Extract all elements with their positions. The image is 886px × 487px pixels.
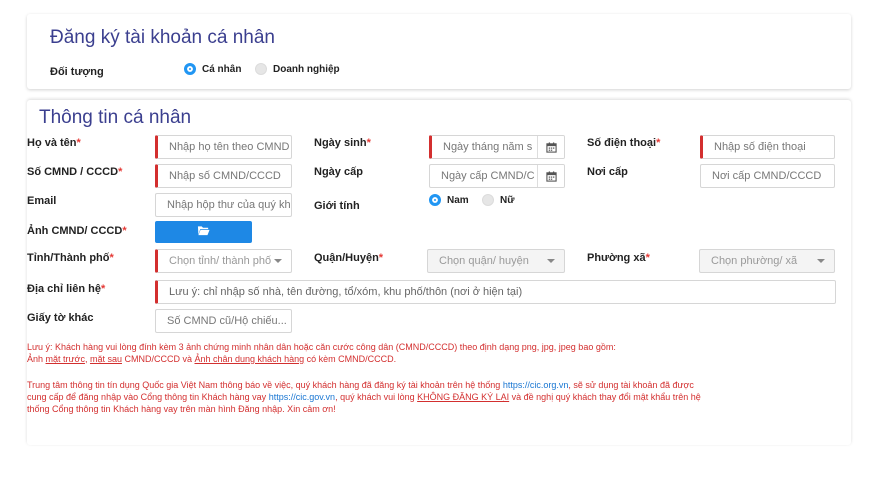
phuong-label: Phường xã*: [587, 252, 650, 264]
anh-cmnd-label: Ảnh CMND/ CCCD*: [27, 225, 127, 237]
radio-doanh-nghiep-label: Doanh nghiệp: [273, 63, 340, 75]
section-title: Thông tin cá nhân: [39, 107, 192, 128]
personal-info-card: Thông tin cá nhân Họ và tên* Nhập họ tên…: [27, 100, 851, 445]
radio-unselected-indicator: [482, 194, 494, 206]
gioi-tinh-label: Giới tính: [314, 200, 360, 212]
cic-notice-line3: thống Cổng thông tin Khách hàng vay trên…: [27, 404, 336, 414]
radio-unselected-indicator: [255, 63, 267, 75]
chevron-down-icon: [274, 259, 282, 263]
ho-ten-label: Họ và tên*: [27, 137, 81, 149]
ngay-sinh-label: Ngày sinh*: [314, 137, 371, 149]
tinh-select[interactable]: Chọn tỉnh/ thành phố: [155, 249, 292, 273]
ngay-cap-input[interactable]: Ngày cấp CMND/C: [429, 164, 565, 188]
ngay-cap-placeholder: Ngày cấp CMND/C: [441, 170, 535, 182]
radio-ca-nhan[interactable]: Cá nhân: [184, 63, 241, 75]
noi-cap-label: Nơi cấp: [587, 166, 628, 178]
so-dien-thoai-label: Số điện thoại*: [587, 137, 661, 149]
so-cmnd-input[interactable]: Nhập số CMND/CCCD: [155, 164, 292, 188]
radio-ca-nhan-label: Cá nhân: [202, 63, 242, 75]
radio-nam[interactable]: Nam: [429, 194, 469, 206]
dia-chi-label: Địa chỉ liên hệ*: [27, 283, 106, 295]
doi-tuong-label: Đối tượng: [50, 66, 104, 78]
tinh-placeholder: Chọn tỉnh/ thành phố: [169, 255, 272, 267]
radio-nu[interactable]: Nữ: [482, 194, 514, 206]
ngay-cap-label: Ngày cấp: [314, 166, 363, 178]
so-cmnd-label: Số CMND / CCCD*: [27, 166, 123, 178]
email-input[interactable]: Nhập hộp thư của quý kh: [155, 193, 292, 217]
radio-nam-label: Nam: [447, 194, 469, 206]
giay-to-label: Giấy tờ khác: [27, 312, 94, 324]
radio-nu-label: Nữ: [500, 194, 515, 206]
ngay-sinh-placeholder: Ngày tháng năm s: [443, 141, 533, 153]
upload-note: Lưu ý: Khách hàng vui lòng đính kèm 3 ản…: [27, 341, 817, 365]
mat-truoc-link[interactable]: mặt trước: [46, 354, 85, 364]
calendar-icon[interactable]: [537, 136, 564, 158]
phuong-placeholder: Chọn phường/ xã: [711, 255, 798, 267]
phuong-select[interactable]: Chọn phường/ xã: [699, 249, 835, 273]
ho-ten-input[interactable]: Nhập họ tên theo CMND: [155, 135, 292, 159]
quan-placeholder: Chọn quận/ huyện: [439, 255, 529, 267]
cic-notice-line1: Trung tâm thông tin tín dụng Quốc gia Vi…: [27, 380, 694, 390]
noi-cap-input[interactable]: Nơi cấp CMND/CCCD: [700, 164, 835, 188]
so-dien-thoai-input[interactable]: Nhập số điện thoại: [700, 135, 835, 159]
account-type-card: Đăng ký tài khoản cá nhân Đối tượng Cá n…: [27, 14, 851, 89]
upload-cmnd-button[interactable]: [155, 221, 252, 243]
dia-chi-input[interactable]: Lưu ý: chỉ nhập số nhà, tên đường, tổ/xó…: [155, 280, 836, 304]
quan-select[interactable]: Chọn quận/ huyện: [427, 249, 565, 273]
tinh-label: Tỉnh/Thành phố*: [27, 252, 114, 264]
radio-selected-indicator: [184, 63, 196, 75]
radio-doanh-nghiep[interactable]: Doanh nghiệp: [255, 63, 340, 75]
mat-sau-link[interactable]: mặt sau: [90, 354, 122, 364]
page-title: Đăng ký tài khoản cá nhân: [50, 27, 275, 48]
cic-gov-link[interactable]: https://cic.gov.vn: [269, 392, 335, 402]
calendar-icon[interactable]: [537, 165, 564, 187]
cic-org-link[interactable]: https://cic.org.vn: [503, 380, 569, 390]
radio-selected-indicator: [429, 194, 441, 206]
upload-note-line1: Lưu ý: Khách hàng vui lòng đính kèm 3 ản…: [27, 342, 616, 352]
cic-notice-line2: cung cấp để đăng nhập vào Cổng thông tin…: [27, 392, 701, 402]
quan-label: Quận/Huyện*: [314, 252, 384, 264]
anh-chan-dung-link[interactable]: Ảnh chân dung khách hàng: [195, 354, 305, 364]
khong-dang-ky-lai: KHÔNG ĐĂNG KÝ LẠI: [417, 392, 510, 402]
giay-to-input[interactable]: Số CMND cũ/Hộ chiếu...: [155, 309, 292, 333]
chevron-down-icon: [547, 259, 555, 263]
upload-note-line2: Ảnh mặt trước, mặt sau CMND/CCCD và Ảnh …: [27, 354, 397, 364]
ngay-sinh-input[interactable]: Ngày tháng năm s: [429, 135, 565, 159]
chevron-down-icon: [817, 259, 825, 263]
email-label: Email: [27, 195, 57, 207]
cic-notice: Trung tâm thông tin tín dụng Quốc gia Vi…: [27, 379, 827, 415]
folder-open-icon: [197, 223, 210, 241]
